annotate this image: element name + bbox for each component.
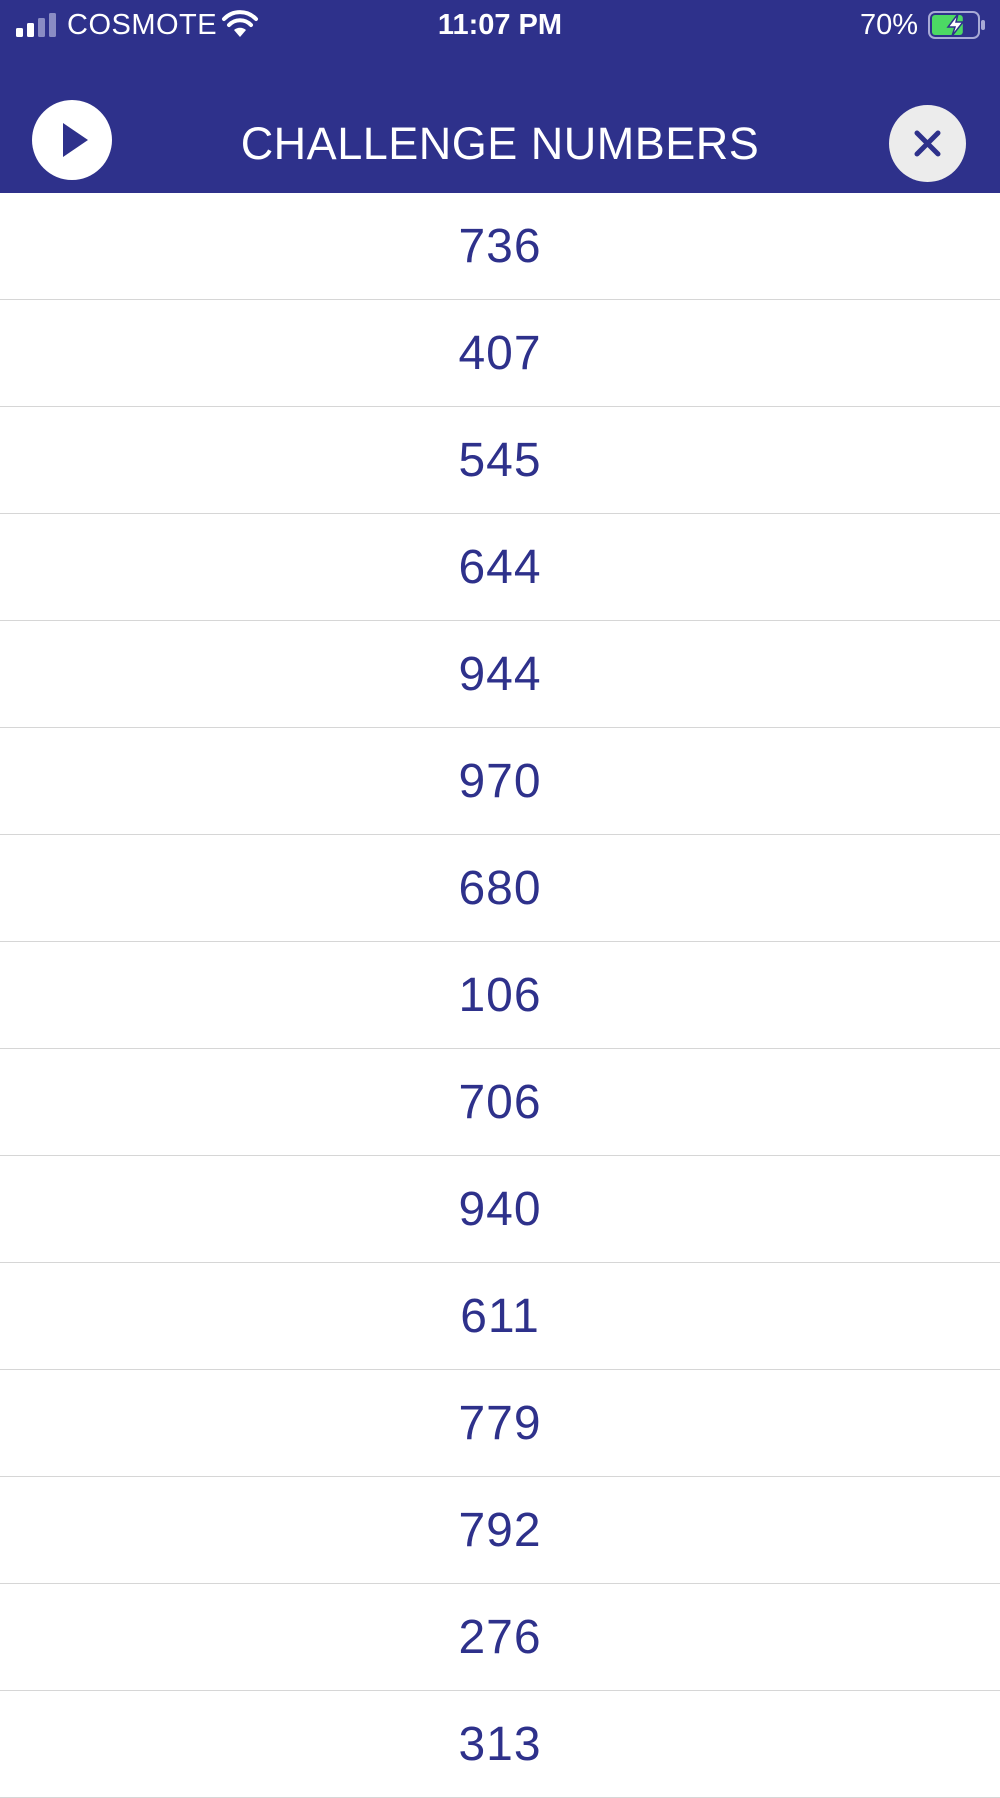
status-time: 11:07 PM: [437, 9, 563, 41]
battery-percentage: 70%: [860, 9, 919, 41]
list-item[interactable]: 106: [0, 942, 1000, 1049]
list-item[interactable]: 706: [0, 1049, 1000, 1156]
play-button[interactable]: [32, 100, 112, 180]
list-item[interactable]: 940: [0, 1156, 1000, 1263]
list-item[interactable]: 611: [0, 1263, 1000, 1370]
carrier-name: COSMOTE: [67, 9, 218, 41]
list-item[interactable]: 276: [0, 1584, 1000, 1691]
list-item[interactable]: 792: [0, 1477, 1000, 1584]
list-item[interactable]: 644: [0, 514, 1000, 621]
list-item[interactable]: 970: [0, 728, 1000, 835]
cellular-signal-icon: [16, 13, 56, 37]
list-item[interactable]: 944: [0, 621, 1000, 728]
list-item[interactable]: 407: [0, 300, 1000, 407]
close-button[interactable]: [889, 105, 966, 182]
list-item[interactable]: 313: [0, 1691, 1000, 1798]
list-item[interactable]: 545: [0, 407, 1000, 514]
app-header: COSMOTE 11:07 PM 70% CHALLENGE NUMBERS: [0, 0, 1000, 193]
list-item[interactable]: 736: [0, 193, 1000, 300]
battery-charging-icon: [928, 11, 985, 39]
wifi-icon: [222, 10, 258, 37]
list-item[interactable]: 680: [0, 835, 1000, 942]
status-bar: COSMOTE 11:07 PM 70%: [0, 0, 1000, 50]
close-icon: [914, 130, 941, 157]
challenge-number-list: 736 407 545 644 944 970 680 106 706 940 …: [0, 193, 1000, 1798]
list-item[interactable]: 779: [0, 1370, 1000, 1477]
page-title: CHALLENGE NUMBERS: [240, 118, 760, 169]
play-icon: [63, 123, 88, 157]
